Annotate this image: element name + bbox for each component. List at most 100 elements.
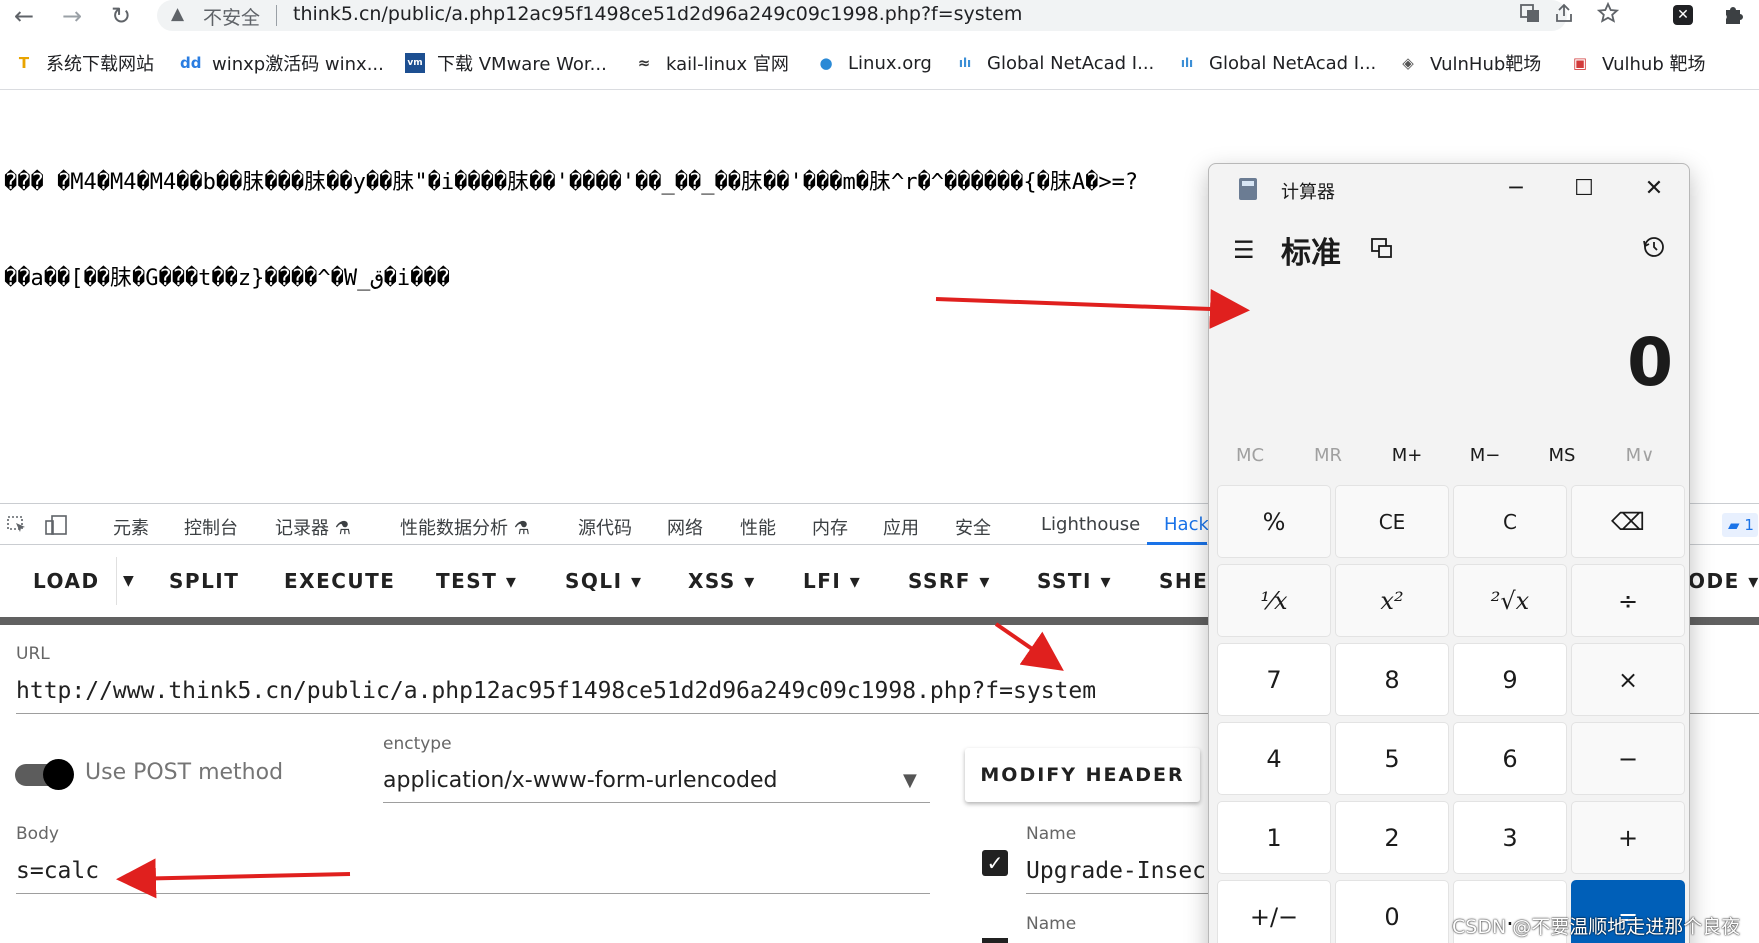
digit-0-key[interactable]: 0 — [1335, 880, 1449, 943]
address-url[interactable]: think5.cn/public/a.php12ac95f1498ce51d2d… — [293, 3, 1022, 25]
memory-store-button[interactable]: MS — [1527, 445, 1597, 466]
history-icon[interactable] — [1641, 234, 1667, 266]
vulhub-icon: ▣ — [1572, 54, 1588, 72]
percent-key[interactable]: % — [1217, 485, 1331, 558]
close-button[interactable]: ✕ — [1639, 174, 1669, 204]
hamburger-menu-icon[interactable]: ☰ — [1233, 236, 1255, 264]
bookmarks-bar: T 系统下载网站 dd winxp激活码 winx... vm 下载 VMwar… — [0, 40, 1759, 90]
memory-add-button[interactable]: M+ — [1372, 445, 1442, 466]
header-enabled-checkbox-2[interactable] — [982, 938, 1008, 943]
extension-x-icon[interactable]: ✕ — [1673, 5, 1693, 25]
execute-button[interactable]: EXECUTE — [284, 569, 395, 593]
digit-3-key[interactable]: 3 — [1453, 801, 1567, 874]
digit-2-key[interactable]: 2 — [1335, 801, 1449, 874]
clear-entry-key[interactable]: CE — [1335, 485, 1449, 558]
cisco-icon: ılı — [1180, 56, 1194, 70]
memory-subtract-button[interactable]: M− — [1450, 445, 1520, 466]
tab-performance[interactable]: 性能 — [740, 514, 776, 540]
vulnhub-icon: ◈ — [1402, 54, 1414, 72]
negate-key[interactable]: +/− — [1217, 880, 1331, 943]
tab-network[interactable]: 网络 — [667, 514, 703, 540]
bookmark-item[interactable]: ılı Global NetAcad I... — [1177, 50, 1376, 76]
split-button[interactable]: SPLIT — [169, 569, 239, 593]
enctype-label: enctype — [383, 734, 452, 754]
memory-list-button[interactable]: M∨ — [1605, 445, 1675, 466]
reload-button[interactable]: ↻ — [107, 2, 135, 30]
keep-on-top-icon[interactable] — [1369, 236, 1395, 266]
modify-header-button[interactable]: MODIFY HEADER — [965, 748, 1200, 802]
tab-sources[interactable]: 源代码 — [578, 514, 632, 540]
minimize-button[interactable]: ─ — [1501, 174, 1531, 204]
translate-icon[interactable] — [1519, 2, 1541, 29]
vmware-icon: vm — [405, 53, 425, 73]
bookmark-favicon-icon: T — [18, 54, 30, 72]
inspect-element-icon[interactable] — [6, 514, 28, 541]
square-key[interactable]: x² — [1335, 564, 1449, 637]
memory-recall-button[interactable]: MR — [1293, 445, 1363, 466]
arrow-to-url — [994, 622, 1064, 671]
body-input[interactable]: s=calc — [16, 858, 99, 884]
load-button[interactable]: LOAD — [33, 569, 100, 593]
digit-1-key[interactable]: 1 — [1217, 801, 1331, 874]
forward-button[interactable]: → — [58, 2, 86, 30]
test-menu[interactable]: TEST ▾ — [436, 569, 517, 593]
digit-7-key[interactable]: 7 — [1217, 643, 1331, 716]
insecure-label[interactable]: 不安全 — [203, 3, 260, 30]
post-toggle[interactable] — [43, 759, 74, 790]
tab-lighthouse[interactable]: Lighthouse — [1041, 514, 1140, 535]
cisco-icon: ılı — [958, 56, 972, 70]
lfi-menu[interactable]: LFI ▾ — [803, 569, 861, 593]
tab-performance-insights[interactable]: 性能数据分析 ⚗ — [400, 514, 530, 540]
bookmark-item[interactable]: T 系统下载网站 — [14, 50, 154, 76]
address-bar[interactable]: ▲ 不安全 think5.cn/public/a.php12ac95f1498c… — [157, 0, 1620, 31]
star-icon[interactable] — [1596, 1, 1620, 29]
bookmark-item[interactable]: ılı Global NetAcad I... — [955, 50, 1154, 76]
header-name-input[interactable]: Upgrade-Insecure-Requests — [1026, 858, 1208, 884]
device-toolbar-icon[interactable] — [44, 514, 68, 541]
tab-memory[interactable]: 内存 — [812, 514, 848, 540]
digit-9-key[interactable]: 9 — [1453, 643, 1567, 716]
tab-console[interactable]: 控制台 — [184, 514, 238, 540]
bookmark-item[interactable]: vm 下载 VMware Wor... — [405, 50, 607, 76]
tab-recorder[interactable]: 记录器 ⚗ — [275, 514, 351, 540]
back-button[interactable]: ← — [10, 2, 38, 30]
divide-key[interactable]: ÷ — [1571, 564, 1685, 637]
enctype-select[interactable]: application/x-www-form-urlencoded — [383, 768, 777, 793]
digit-4-key[interactable]: 4 — [1217, 722, 1331, 795]
digit-6-key[interactable]: 6 — [1453, 722, 1567, 795]
maximize-button[interactable]: ☐ — [1569, 174, 1599, 204]
tab-application[interactable]: 应用 — [883, 514, 919, 540]
digit-8-key[interactable]: 8 — [1335, 643, 1449, 716]
header-enabled-checkbox[interactable]: ✓ — [982, 850, 1008, 876]
load-dropdown-icon[interactable]: ▼ — [123, 573, 135, 589]
digit-5-key[interactable]: 5 — [1335, 722, 1449, 795]
issues-badge[interactable]: ▰ 1 — [1722, 513, 1758, 537]
reciprocal-key[interactable]: ¹⁄x — [1217, 564, 1331, 637]
bookmark-label: Linux.org — [848, 52, 932, 74]
tab-elements[interactable]: 元素 — [113, 514, 149, 540]
memory-clear-button[interactable]: MC — [1215, 445, 1285, 466]
add-key[interactable]: + — [1571, 801, 1685, 874]
calculator-display: 0 — [1627, 324, 1673, 401]
backspace-key[interactable]: ⌫ — [1571, 485, 1685, 558]
multiply-key[interactable]: × — [1571, 643, 1685, 716]
ssti-menu[interactable]: SSTI ▾ — [1037, 569, 1112, 593]
square-root-key[interactable]: ²√x — [1453, 564, 1567, 637]
xss-menu[interactable]: XSS ▾ — [688, 569, 756, 593]
url-input[interactable]: http://www.think5.cn/public/a.php12ac95f… — [16, 678, 1096, 704]
puzzle-icon[interactable] — [1721, 3, 1745, 27]
chevron-down-icon[interactable]: ▼ — [903, 770, 917, 791]
ssrf-menu[interactable]: SSRF ▾ — [908, 569, 991, 593]
subtract-key[interactable]: − — [1571, 722, 1685, 795]
share-icon[interactable] — [1553, 2, 1575, 29]
clear-key[interactable]: C — [1453, 485, 1567, 558]
bookmark-item[interactable]: ● Linux.org — [816, 50, 932, 76]
tab-security[interactable]: 安全 — [955, 514, 991, 540]
bookmark-item[interactable]: dd winxp激活码 winx... — [180, 50, 384, 76]
bookmark-item[interactable]: ◈ VulnHub靶场 — [1398, 50, 1541, 76]
sqli-menu[interactable]: SQLI ▾ — [565, 569, 643, 593]
encode-menu[interactable]: ODE ▾ — [1688, 569, 1759, 593]
bookmark-item[interactable]: ▣ Vulhub 靶场 — [1570, 50, 1706, 76]
bookmark-favicon-icon: dd — [180, 54, 202, 72]
bookmark-item[interactable]: ≈ kail-linux 官网 — [634, 50, 789, 76]
